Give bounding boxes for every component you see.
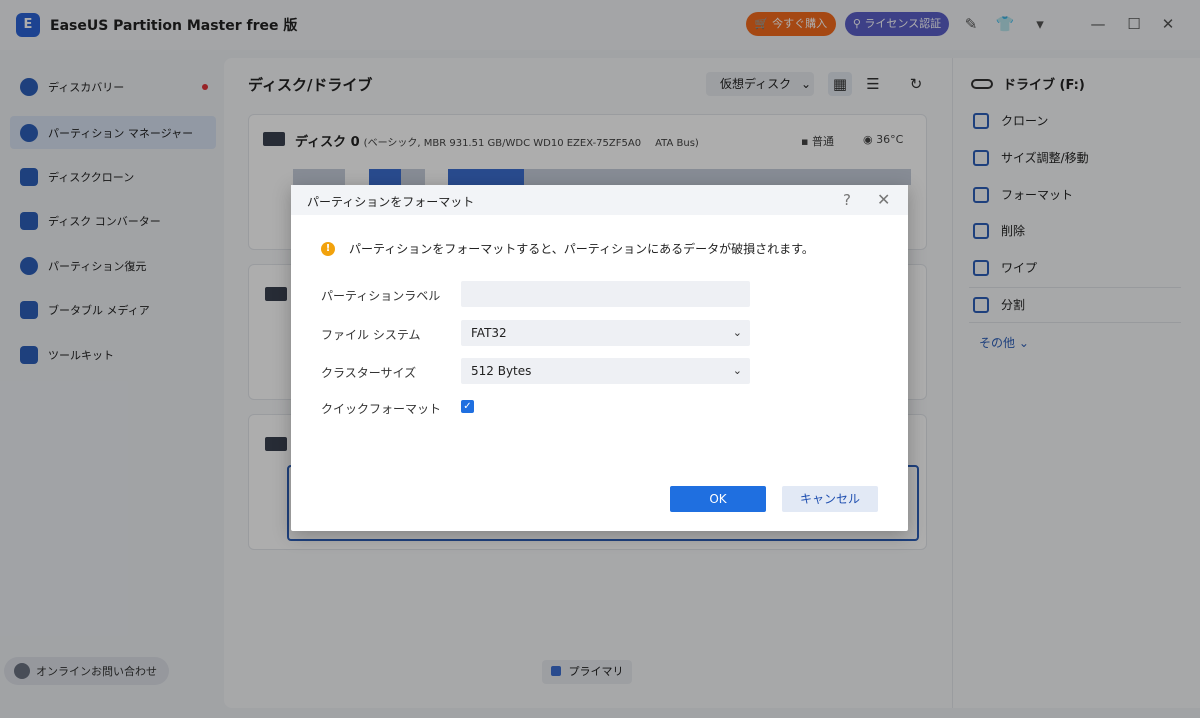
- chevron-down-icon: ⌄: [732, 326, 742, 339]
- partition-label-input[interactable]: [461, 281, 750, 307]
- cluster-size-select[interactable]: 512 Bytes ⌄: [461, 358, 750, 384]
- help-icon[interactable]: ?: [843, 191, 851, 209]
- file-system-value: FAT32: [471, 326, 507, 340]
- cluster-size-value: 512 Bytes: [471, 364, 532, 378]
- partition-label-label: パーティションラベル: [321, 289, 441, 303]
- quick-format-label: クイックフォーマット: [321, 402, 442, 416]
- file-system-label: ファイル システム: [321, 328, 421, 342]
- chevron-down-icon: ⌄: [732, 364, 742, 377]
- cancel-button[interactable]: キャンセル: [782, 486, 878, 512]
- ok-button[interactable]: OK: [670, 486, 766, 512]
- dialog-title: パーティションをフォーマット: [307, 195, 475, 209]
- warning-icon: !: [321, 241, 335, 256]
- dialog-header: パーティションをフォーマット ? ✕: [291, 185, 908, 215]
- cluster-size-label: クラスターサイズ: [321, 366, 417, 380]
- format-partition-dialog: パーティションをフォーマット ? ✕ ! パーティションをフォーマットすると、パ…: [291, 185, 908, 531]
- warning-text: パーティションをフォーマットすると、パーティションにあるデータが破損されます。: [349, 242, 814, 256]
- close-icon[interactable]: ✕: [877, 190, 890, 209]
- warning-message: ! パーティションをフォーマットすると、パーティションにあるデータが破損されます…: [321, 240, 814, 257]
- quick-format-checkbox[interactable]: ✓: [461, 400, 474, 413]
- file-system-select[interactable]: FAT32 ⌄: [461, 320, 750, 346]
